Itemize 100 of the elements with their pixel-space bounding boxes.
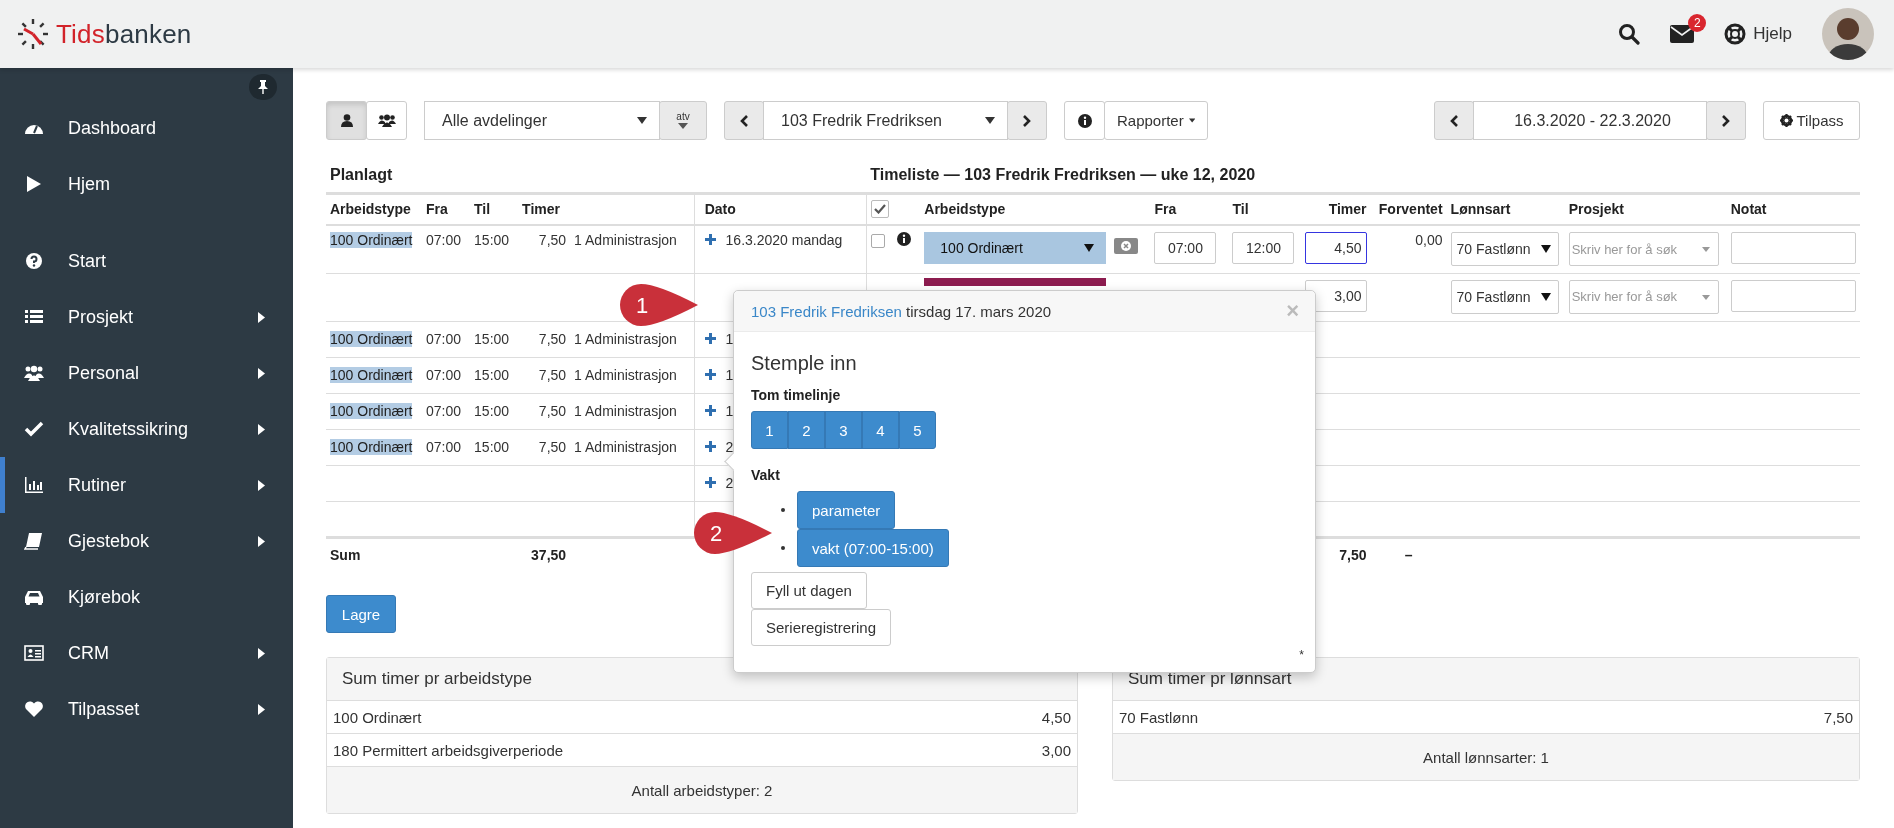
list-icon <box>24 308 44 326</box>
nav-item[interactable]: Personal <box>0 345 293 401</box>
info-button[interactable] <box>1064 101 1105 140</box>
chevron-icon <box>258 647 265 659</box>
table-cell: 07:00 <box>426 439 462 455</box>
callout-marker: 2 <box>692 510 774 556</box>
nav-item[interactable]: Gjestebok <box>0 513 293 569</box>
work-type-select[interactable] <box>924 277 1107 286</box>
table-cell: 15:00 <box>474 232 510 248</box>
table-cell: 15:00 <box>474 439 510 455</box>
date-cell: 1 <box>725 403 734 419</box>
previous-button[interactable] <box>724 101 764 140</box>
column-header: Til <box>1232 201 1249 218</box>
department-button[interactable]: atv <box>659 101 707 140</box>
question-icon <box>24 252 44 270</box>
wage-type-select[interactable]: 70 Fastlønn <box>1450 279 1559 314</box>
close-icon <box>1121 241 1132 251</box>
shift-button[interactable]: parameter <box>797 491 896 529</box>
employee-link[interactable]: 103 Fredrik Fredriksen <box>751 302 902 320</box>
heart-icon <box>24 700 44 718</box>
shift-button[interactable]: vakt (07:00-15:00) <box>797 529 949 567</box>
pin-button[interactable] <box>249 74 277 100</box>
callout-marker: 1 <box>618 282 700 328</box>
column-header: Arbeidstype <box>924 201 1006 218</box>
view-toggle[interactable] <box>366 101 407 140</box>
line-button[interactable]: 1 <box>751 411 788 449</box>
plus-icon[interactable] <box>704 234 716 245</box>
delete-button[interactable] <box>1114 238 1139 254</box>
chevron-icon <box>258 535 265 547</box>
nav-item[interactable]: Rutiner <box>0 457 293 513</box>
book-icon <box>24 532 44 550</box>
line-button[interactable]: 4 <box>862 411 899 449</box>
plus-icon[interactable] <box>704 441 716 452</box>
next-week-button[interactable] <box>1706 101 1746 140</box>
customize-button[interactable]: Tilpass <box>1763 101 1860 140</box>
project-field[interactable]: Skriv her for å søk <box>1568 279 1719 314</box>
hours-field[interactable]: 4,50 <box>1304 232 1367 264</box>
nav-item[interactable]: Kjørebok <box>0 569 293 625</box>
nav-item[interactable]: Dashboard <box>0 100 293 156</box>
department-select[interactable]: Alle avdelinger <box>424 101 660 140</box>
caret-icon <box>1540 292 1551 301</box>
date-cell: 2 <box>725 475 734 491</box>
chevron-right-icon <box>1722 114 1730 127</box>
nav-item[interactable]: CRM <box>0 625 293 681</box>
table-cell: 7,50 <box>538 403 567 419</box>
plus-icon[interactable] <box>704 405 716 416</box>
action-button[interactable]: Serieregistrering <box>751 609 892 646</box>
date-range-field[interactable]: 16.3.2020 - 22.3.2020 <box>1473 101 1707 140</box>
table-cell: 0,00 <box>1415 232 1443 248</box>
nav-item[interactable]: Kvalitetssikring <box>0 401 293 457</box>
save-button[interactable]: Lagre <box>326 595 396 633</box>
row-checkbox[interactable] <box>870 234 885 249</box>
caret-icon <box>637 117 647 124</box>
employee-select[interactable]: 103 Fredrik Fredriksen <box>763 101 1008 140</box>
chevron-icon <box>258 703 265 715</box>
select-all-checkbox[interactable] <box>870 200 889 219</box>
chart-icon <box>24 476 44 494</box>
nav-item[interactable]: Hjem <box>0 156 293 212</box>
action-button[interactable]: Fyll ut dagen <box>751 572 867 609</box>
line-button[interactable]: 2 <box>788 411 825 449</box>
sum-value: – <box>1404 546 1413 563</box>
reports-dropdown[interactable]: Rapporter <box>1104 101 1208 140</box>
chevron-left-icon <box>1450 114 1458 127</box>
lifebuoy-icon <box>1724 23 1747 45</box>
user-avatar[interactable] <box>1822 8 1874 60</box>
table-cell: 3,00 <box>1041 741 1071 759</box>
caret-icon <box>985 117 995 124</box>
chevron-icon <box>258 311 265 323</box>
table-cell: 15:00 <box>474 367 510 383</box>
wage-type-select[interactable]: 70 Fastlønn <box>1450 232 1559 266</box>
table-cell: 100 Ordinært <box>330 439 413 455</box>
caret-icon <box>1540 245 1551 253</box>
help-button[interactable]: Hjelp <box>1724 23 1792 45</box>
project-field[interactable]: Skriv her for å søk <box>1568 232 1719 266</box>
table-cell: 7,50 <box>538 367 567 383</box>
line-button[interactable]: 3 <box>825 411 862 449</box>
note-field[interactable] <box>1730 232 1856 264</box>
time-field[interactable]: 07:00 <box>1154 232 1217 264</box>
sum-label: Sum <box>330 546 361 563</box>
card-icon <box>24 644 44 662</box>
plus-icon[interactable] <box>704 477 716 488</box>
plus-icon[interactable] <box>704 333 716 344</box>
view-toggle[interactable] <box>326 101 367 140</box>
plus-icon[interactable] <box>704 369 716 380</box>
nav-item[interactable]: Prosjekt <box>0 289 293 345</box>
time-field[interactable]: 12:00 <box>1232 232 1295 264</box>
next-button[interactable] <box>1007 101 1047 140</box>
nav-item[interactable]: Tilpasset <box>0 681 293 737</box>
column-header: Fra <box>1154 201 1177 218</box>
mail-icon[interactable] <box>1670 25 1695 43</box>
search-icon[interactable] <box>1618 23 1641 45</box>
info-icon[interactable] <box>897 232 912 246</box>
line-button[interactable]: 5 <box>899 411 936 449</box>
nav-item[interactable]: Start <box>0 233 293 289</box>
note-field[interactable] <box>1730 279 1856 312</box>
work-type-select[interactable]: 100 Ordinært <box>924 232 1107 264</box>
previous-week-button[interactable] <box>1434 101 1474 140</box>
car-icon <box>24 588 44 606</box>
group-label: Vakt <box>751 467 781 483</box>
table-cell: 07:00 <box>426 331 462 347</box>
